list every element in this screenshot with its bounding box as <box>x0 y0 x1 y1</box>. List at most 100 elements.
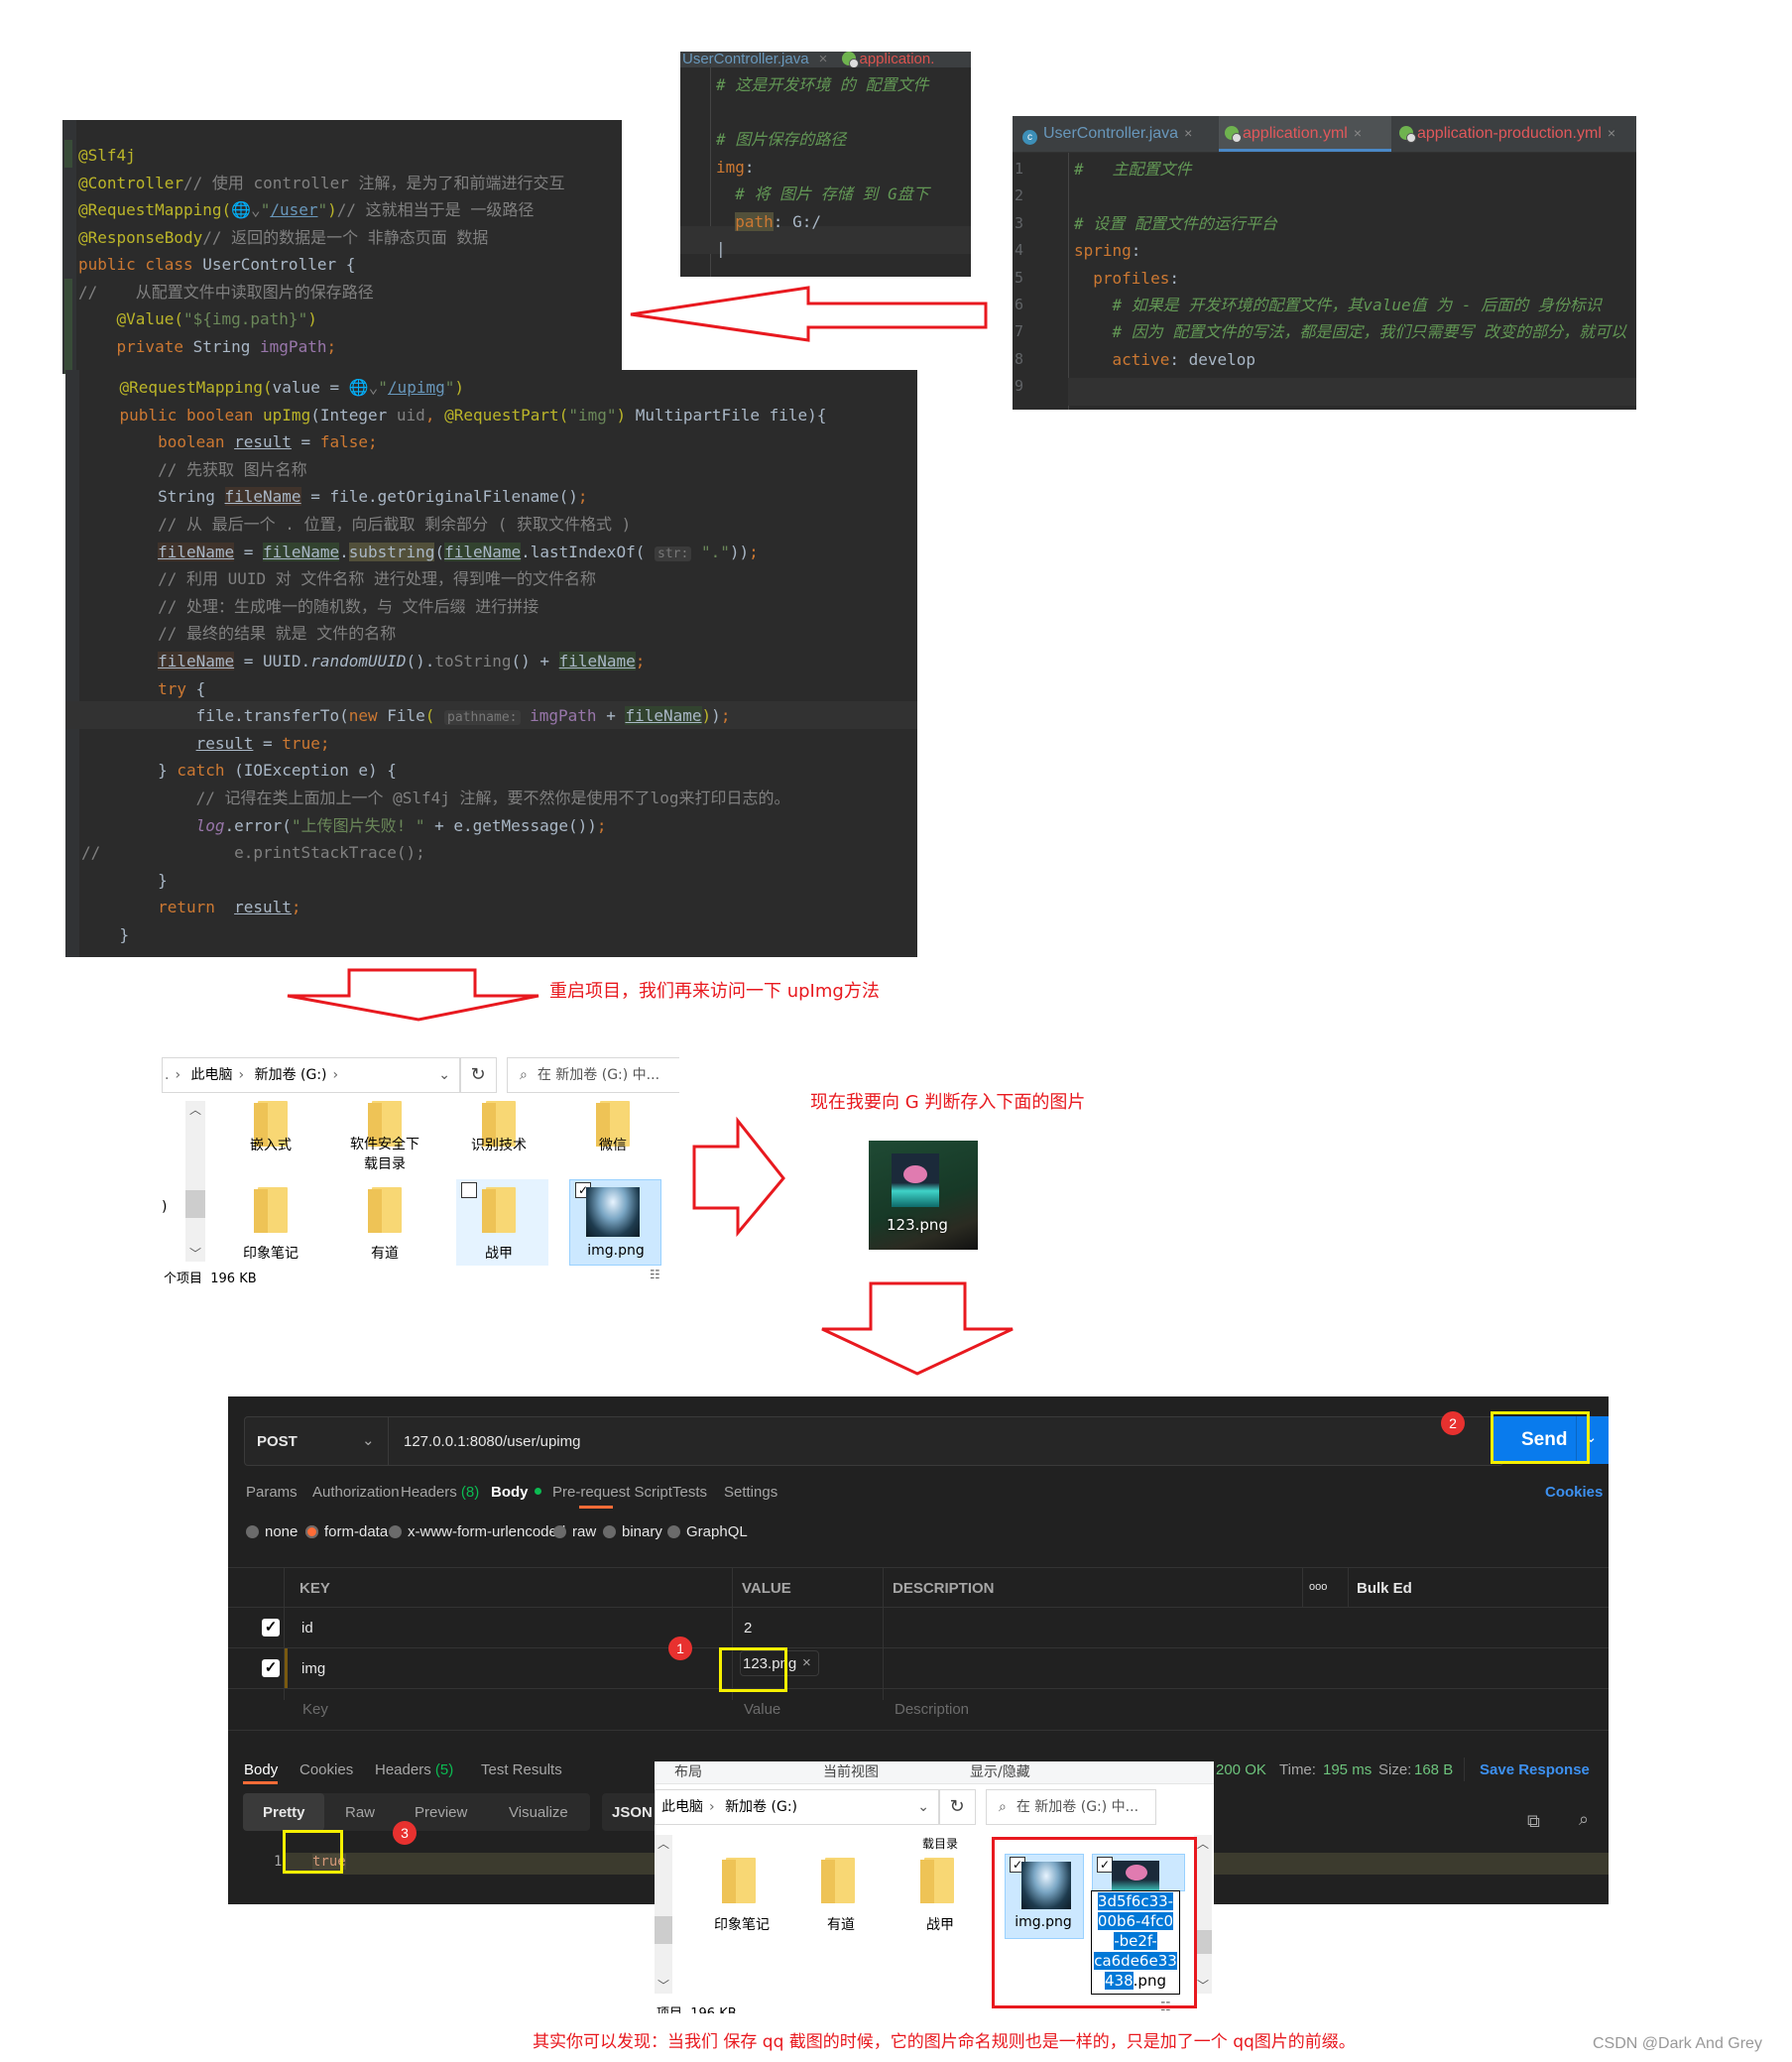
new-value-input[interactable]: Value <box>744 1701 780 1718</box>
refresh-button[interactable]: ↻ <box>459 1057 497 1093</box>
scroll-down-icon[interactable]: ﹀ <box>189 1245 201 1262</box>
ribbon-show-hide[interactable]: 显示/隐藏 <box>970 1761 1030 1781</box>
row-checkbox-img[interactable]: ✓ <box>262 1659 280 1677</box>
details-view-icon[interactable]: ☷ <box>650 1268 660 1281</box>
new-description-input[interactable]: Description <box>895 1701 969 1718</box>
search-box[interactable]: ⌕ 在 新加卷 (G:) 中... <box>507 1057 679 1093</box>
address-bar[interactable]: 此电脑 › 新加卷 (G:) ⌄ <box>655 1789 940 1825</box>
param-value[interactable]: 2 <box>744 1620 752 1637</box>
param-key[interactable]: img <box>301 1660 325 1677</box>
body-type-x-www-form-urlencoded[interactable]: x-www-form-urlencoded <box>389 1523 565 1540</box>
scroll-thumb[interactable] <box>185 1190 205 1218</box>
arrow-down-restart <box>287 968 539 1022</box>
request-tab-settings[interactable]: Settings <box>724 1484 777 1501</box>
response-tab-body[interactable]: Body <box>244 1761 278 1778</box>
scroll-up-icon[interactable]: ︿ <box>657 1835 669 1852</box>
more-options-icon[interactable]: ooo <box>1309 1581 1327 1593</box>
url-input[interactable]: 127.0.0.1:8080/user/upimg <box>404 1433 580 1450</box>
vertical-scrollbar[interactable]: ︿ ﹀ <box>185 1101 205 1262</box>
file-item[interactable]: 微信 <box>573 1135 653 1154</box>
file-item[interactable]: 印象笔记 <box>231 1243 310 1263</box>
copy-icon[interactable]: ⧉ <box>1527 1811 1540 1832</box>
scroll-up-icon[interactable]: ︿ <box>1197 1835 1209 1852</box>
scroll-down-icon[interactable]: ﹀ <box>1197 1977 1209 1994</box>
ribbon: 布局 当前视图 显示/隐藏 <box>655 1761 1214 1784</box>
folder-icon <box>368 1187 406 1233</box>
request-tab-tests[interactable]: Tests <box>672 1484 707 1501</box>
body-type-form-data[interactable]: form-data <box>305 1523 388 1540</box>
bulk-edit-button[interactable]: Bulk Ed <box>1357 1580 1412 1597</box>
folder-icon <box>254 1187 292 1233</box>
step-badge-1: 1 <box>668 1637 692 1660</box>
store-note: 现在我要向 G 判断存入下面的图片 <box>810 1092 1086 1113</box>
time-label: Time: <box>1279 1761 1316 1778</box>
desktop-file-123[interactable]: 123.png <box>869 1141 978 1250</box>
request-tab-authorization[interactable]: Authorization <box>312 1484 400 1501</box>
request-tab-body[interactable]: Body <box>491 1484 541 1501</box>
breadcrumb-drive-g[interactable]: 新加卷 (G:) <box>725 1799 797 1815</box>
highlight-box-send <box>1491 1411 1590 1464</box>
response-tab-cookies[interactable]: Cookies <box>299 1761 353 1778</box>
arrow-left-to-code <box>630 286 988 342</box>
folder-icon <box>722 1858 760 1903</box>
view-mode-pretty[interactable]: Pretty <box>263 1804 305 1821</box>
chevron-down-icon[interactable]: ⌄ <box>438 1058 450 1092</box>
item-checkbox[interactable] <box>461 1182 477 1198</box>
breadcrumb-drive-g[interactable]: 新加卷 (G:) <box>255 1067 327 1083</box>
body-type-raw[interactable]: raw <box>553 1523 596 1540</box>
highlight-box-file <box>719 1647 787 1692</box>
file-item[interactable]: 软件安全下载目录 <box>345 1135 424 1174</box>
time-value: 195 ms <box>1323 1761 1373 1778</box>
response-tab-headers[interactable]: Headers (5) <box>375 1761 453 1778</box>
size-label: Size: <box>1378 1761 1412 1778</box>
body-type-none[interactable]: none <box>246 1523 298 1540</box>
file-item[interactable]: 战甲 <box>459 1243 538 1263</box>
status-bar: 个项目 196 KB <box>164 1272 257 1285</box>
breadcrumb-this-pc[interactable]: 此电脑 <box>191 1067 233 1083</box>
request-tab-pre-request-script[interactable]: Pre-request Script <box>552 1484 672 1501</box>
request-tab-params[interactable]: Params <box>246 1484 298 1501</box>
save-response-button[interactable]: Save Response <box>1480 1761 1590 1778</box>
radio-icon <box>305 1525 318 1538</box>
request-tab-headers[interactable]: Headers (8) <box>401 1484 479 1501</box>
row-checkbox-id[interactable]: ✓ <box>262 1619 280 1637</box>
highlight-box-new-files <box>992 1837 1197 2008</box>
file-item[interactable]: 识别技术 <box>459 1135 538 1154</box>
vertical-scrollbar-left[interactable]: ︿ ﹀ <box>655 1835 672 1994</box>
new-key-input[interactable]: Key <box>302 1701 328 1718</box>
file-item[interactable]: 战甲 <box>897 1914 983 1934</box>
radio-icon <box>246 1525 259 1538</box>
file-item[interactable]: img.png <box>573 1243 658 1259</box>
search-icon[interactable]: ⌕ <box>1579 1809 1589 1830</box>
view-mode-visualize[interactable]: Visualize <box>509 1804 568 1821</box>
folder-icon <box>482 1187 520 1233</box>
scroll-down-icon[interactable]: ﹀ <box>657 1977 669 1994</box>
address-bar[interactable]: . › 此电脑 › 新加卷 (G:) › ⌄ <box>162 1057 461 1093</box>
file-item[interactable]: 有道 <box>345 1243 424 1263</box>
status-dot-icon <box>534 1488 541 1495</box>
refresh-button[interactable]: ↻ <box>938 1789 976 1825</box>
method-select[interactable]: POST ⌄ <box>245 1417 389 1465</box>
file-item[interactable]: 有道 <box>798 1914 884 1934</box>
cookies-link[interactable]: Cookies <box>1545 1484 1603 1501</box>
response-tab-test-results[interactable]: Test Results <box>481 1761 562 1778</box>
search-icon: ⌕ <box>520 1067 528 1083</box>
remove-file-icon[interactable]: × <box>802 1654 811 1671</box>
body-type-graphql[interactable]: GraphQL <box>667 1523 748 1540</box>
arrow-right-store <box>692 1116 785 1238</box>
file-item[interactable]: 嵌入式 <box>231 1135 310 1154</box>
chevron-down-icon[interactable]: ⌄ <box>917 1790 929 1824</box>
view-mode-raw[interactable]: Raw <box>345 1804 375 1821</box>
search-box[interactable]: ⌕ 在 新加卷 (G:) 中... <box>986 1789 1156 1825</box>
body-type-binary[interactable]: binary <box>603 1523 662 1540</box>
file-item[interactable]: 印象笔记 <box>699 1914 784 1934</box>
ribbon-layout[interactable]: 布局 <box>674 1761 702 1781</box>
ribbon-current-view[interactable]: 当前视图 <box>823 1761 879 1781</box>
scroll-up-icon[interactable]: ︿ <box>189 1101 201 1118</box>
format-select[interactable]: JSON <box>602 1793 661 1831</box>
param-key[interactable]: id <box>301 1620 313 1637</box>
breadcrumb-this-pc[interactable]: 此电脑 <box>661 1799 703 1815</box>
radio-icon <box>389 1525 402 1538</box>
view-mode-preview[interactable]: Preview <box>415 1804 467 1821</box>
radio-icon <box>667 1525 680 1538</box>
